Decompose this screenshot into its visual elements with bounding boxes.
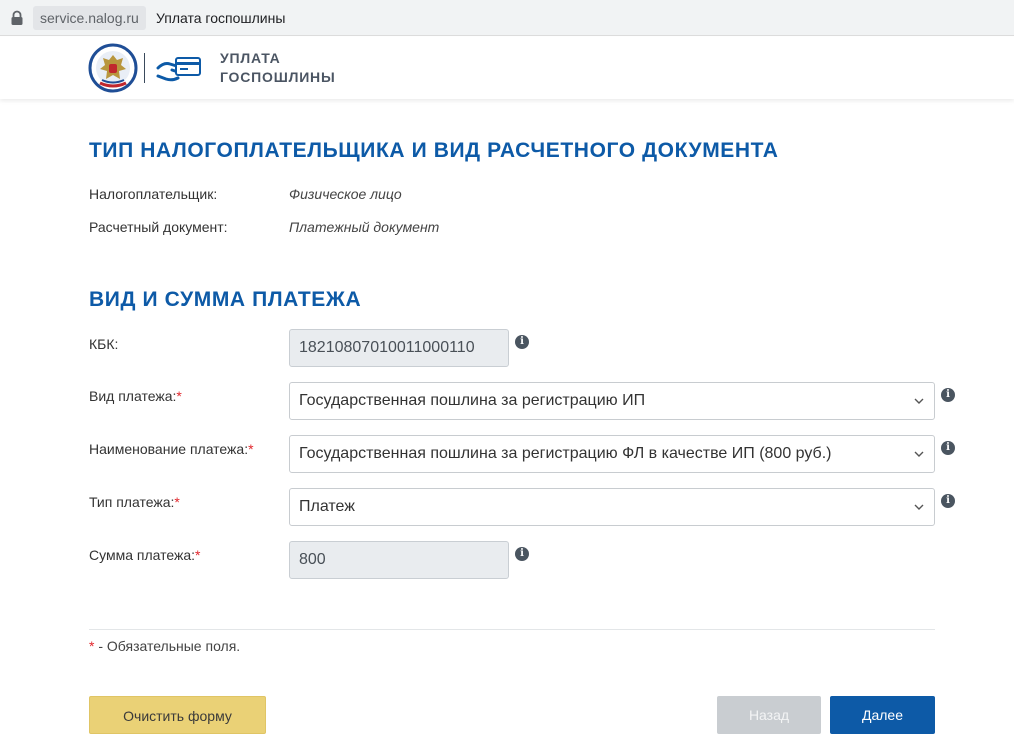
- payment-kind-label: Вид платежа:*: [89, 388, 182, 404]
- taxpayer-value: Физическое лицо: [289, 186, 402, 202]
- service-name-line1: УПЛАТА: [220, 50, 281, 66]
- payment-type-value: Платеж: [299, 498, 355, 515]
- header-divider: [144, 53, 145, 83]
- amount-label: Сумма платежа:*: [89, 547, 201, 563]
- taxpayer-label: Налогоплательщик:: [89, 186, 218, 202]
- kbk-info-icon[interactable]: i: [515, 335, 529, 349]
- chevron-down-icon: [914, 398, 924, 404]
- required-mark: *: [174, 494, 180, 510]
- required-fields-note: * - Обязательные поля.: [89, 638, 241, 654]
- section-title-taxpayer: ТИП НАЛОГОПЛАТЕЛЬЩИКА И ВИД РАСЧЕТНОГО Д…: [89, 139, 779, 162]
- divider: [89, 629, 935, 630]
- amount-info-icon[interactable]: i: [515, 547, 529, 561]
- kbk-field: 18210807010011000110: [289, 329, 509, 367]
- chevron-down-icon: [914, 451, 924, 457]
- section-title-payment: ВИД И СУММА ПЛАТЕЖА: [89, 288, 362, 311]
- service-name: УПЛАТА ГОСПОШЛИНЫ: [220, 49, 335, 87]
- document-value: Платежный документ: [289, 219, 440, 235]
- kbk-label: КБК:: [89, 336, 119, 352]
- payment-name-value: Государственная пошлина за регистрацию Ф…: [299, 445, 832, 462]
- payment-name-select[interactable]: Государственная пошлина за регистрацию Ф…: [289, 435, 935, 473]
- payment-type-label: Тип платежа:*: [89, 494, 180, 510]
- browser-address-bar: service.nalog.ru Уплата госпошлины: [0, 0, 1014, 36]
- fns-emblem-icon[interactable]: [88, 43, 138, 93]
- site-header: УПЛАТА ГОСПОШЛИНЫ: [0, 37, 1014, 99]
- browser-page-title: Уплата госпошлины: [156, 10, 286, 26]
- required-mark: *: [248, 441, 254, 457]
- clear-form-button[interactable]: Очистить форму: [89, 696, 266, 734]
- payment-name-label: Наименование платежа:*: [89, 441, 254, 457]
- lock-icon: [11, 10, 23, 25]
- payment-kind-select[interactable]: Государственная пошлина за регистрацию И…: [289, 382, 935, 420]
- required-mark: *: [195, 547, 201, 563]
- payment-name-info-icon[interactable]: i: [941, 441, 955, 455]
- service-name-line2: ГОСПОШЛИНЫ: [220, 69, 336, 85]
- amount-field: 800: [289, 541, 509, 579]
- back-button[interactable]: Назад: [717, 696, 821, 734]
- payment-kind-info-icon[interactable]: i: [941, 388, 955, 402]
- payment-kind-value: Государственная пошлина за регистрацию И…: [299, 392, 646, 409]
- payment-type-select[interactable]: Платеж: [289, 488, 935, 526]
- payment-type-info-icon[interactable]: i: [941, 494, 955, 508]
- document-label: Расчетный документ:: [89, 219, 228, 235]
- next-button[interactable]: Далее: [830, 696, 935, 734]
- chevron-down-icon: [914, 504, 924, 510]
- url-field[interactable]: service.nalog.ru: [33, 6, 146, 30]
- required-mark: *: [176, 388, 182, 404]
- hand-card-icon: [156, 57, 201, 82]
